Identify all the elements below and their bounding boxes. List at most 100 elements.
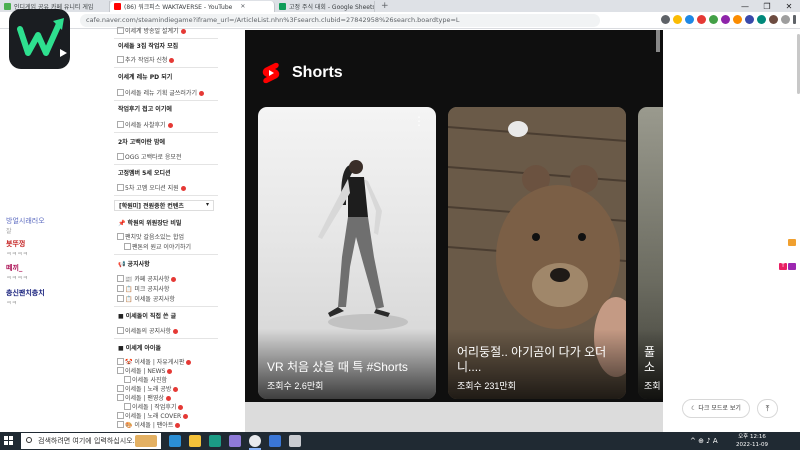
divider <box>114 67 218 68</box>
app-icon[interactable] <box>269 435 281 447</box>
menu-item[interactable]: 이세돌 | 팬영상 <box>110 393 220 402</box>
menu-item[interactable]: 🎨 이세돌 | 팬아트 <box>110 420 220 429</box>
new-tab-button[interactable]: + <box>375 1 395 12</box>
windows-start-icon[interactable] <box>4 436 14 446</box>
extension-icon[interactable] <box>733 15 742 24</box>
new-badge-icon <box>175 423 181 428</box>
menu-item[interactable]: 이세돌 사찰후기 <box>110 120 220 129</box>
new-badge-icon <box>173 329 179 334</box>
new-badge-icon <box>183 414 189 419</box>
menu-group-title: 2차 고백이란 밤에 <box>118 139 165 146</box>
new-badge-icon <box>173 387 179 392</box>
menu-item[interactable]: 5차 고멤 오디션 지원 <box>110 183 220 192</box>
extension-icon[interactable] <box>757 15 766 24</box>
short-video-card[interactable]: ⋮ VR 처음 샀을 때 특 #Shorts 조회수 2.6만회 <box>258 107 436 399</box>
menu-item[interactable]: OGG 고백타로 응모전 <box>110 152 220 161</box>
extension-icon[interactable] <box>709 15 718 24</box>
menu-group-title: 이세계 레뉴 PD 되기 <box>118 74 173 81</box>
embed-scrollbar[interactable] <box>656 30 660 52</box>
vscode-icon[interactable] <box>209 435 221 447</box>
divider <box>114 338 218 339</box>
menu-subitem[interactable]: 이세돌 사진함 <box>110 375 220 384</box>
new-badge-icon <box>171 277 177 282</box>
chrome-icon[interactable] <box>249 435 261 447</box>
menu-item[interactable]: 📋 이세돌 공지사항 <box>110 294 220 303</box>
app-logo <box>9 9 70 69</box>
file-explorer-icon[interactable] <box>189 435 201 447</box>
menu-group-title: 이세돌 3집 작업자 모집 <box>118 43 179 50</box>
clock-date: 2022-11-09 <box>736 442 768 448</box>
chat-message: ㅋㅋ <box>6 300 18 307</box>
divider <box>114 195 218 196</box>
menu-item[interactable]: 추가 작업자 신청 <box>110 55 220 64</box>
new-badge-icon <box>167 123 173 128</box>
menu-item[interactable]: 이세돌 | 노래 COVER <box>110 411 220 420</box>
menu-group-title-collapsible[interactable]: [학원미] 전원중한 컨텐츠 ▾ <box>114 200 214 211</box>
search-icon <box>26 437 32 443</box>
chat-username[interactable]: 충신팬치충치 <box>6 288 45 298</box>
menu-group-title: 작업후기 접고 이기에 <box>118 106 172 113</box>
divider <box>114 254 218 255</box>
windows-taskbar: 검색하려면 여기에 입력하십시오. ^ ⊕ ♪ A 오후 12:16 2022-… <box>0 432 800 450</box>
chat-username[interactable]: 떼끼_ <box>6 263 22 273</box>
divider <box>114 132 218 133</box>
short-view-count: 조회수 2.6만회 <box>267 381 324 391</box>
menu-group-title: 📌 학원의 위원장단 비밀 <box>118 220 182 227</box>
close-tab-icon[interactable]: ✕ <box>240 3 245 10</box>
profile-avatar[interactable] <box>781 15 790 24</box>
menu-item[interactable]: 이세계 방송일 설계기 <box>110 26 220 35</box>
close-window-button[interactable]: ✕ <box>778 2 800 11</box>
minimize-button[interactable]: — <box>734 2 756 11</box>
subscriber-badge-icon <box>788 263 796 270</box>
extension-icon[interactable] <box>685 15 694 24</box>
scroll-top-button[interactable]: ⤒ <box>757 399 778 418</box>
menu-item[interactable]: 이세돌 | NEWS <box>110 366 220 375</box>
browser-tab-sheets[interactable]: 고정 주식 대회 - Google Sheets ✕ <box>275 1 375 12</box>
cafe-sidebar-menu: 이세계 방송일 설계기 이세돌 3집 작업자 모집 추가 작업자 신청 이세계 … <box>110 27 220 432</box>
edge-icon[interactable] <box>169 435 181 447</box>
chat-username[interactable]: 방얼시래러오 <box>6 216 45 226</box>
subscriber-badge-icon <box>788 239 796 246</box>
menu-subitem[interactable]: 이세돌 | 작업후기 <box>110 402 220 411</box>
taskbar-clock[interactable]: 오후 12:16 2022-11-09 <box>736 433 768 449</box>
more-options-icon[interactable]: ⋮ <box>413 115 425 127</box>
short-view-count: 조회수 231만회 <box>457 381 516 391</box>
new-badge-icon <box>178 405 184 410</box>
extension-icon[interactable] <box>697 15 706 24</box>
menu-item[interactable]: 팬치맛 갈음소있는 합업 <box>110 232 220 241</box>
short-video-card[interactable]: 어리둥절.. 아기곰이 다가 오더니.... 조회수 231만회 <box>448 107 626 399</box>
extension-icon[interactable] <box>745 15 754 24</box>
short-title[interactable]: 풀소 <box>644 345 657 375</box>
browser-tab-youtube[interactable]: (86) 워크피스 WAKTAVERSE - YouTube ✕ <box>110 1 275 12</box>
youtube-favicon-icon <box>114 3 121 10</box>
menu-item[interactable]: 🤡 이세돌 | 자유게시판 <box>110 357 220 366</box>
menu-item[interactable]: 📰 카페 공지사항 <box>110 274 220 283</box>
short-title[interactable]: 어리둥절.. 아기곰이 다가 오더니.... <box>457 345 620 375</box>
menu-item[interactable]: 📋 미크 공지사항 <box>110 284 220 293</box>
menu-item[interactable]: 이세돌의 공지사항 <box>110 326 220 335</box>
menu-group-title: ■ 이세돌이 직접 쓴 글 <box>118 313 177 320</box>
bookmark-star-icon[interactable] <box>673 15 682 24</box>
menu-group-title: 📢 공지사항 <box>118 261 150 268</box>
extension-icon[interactable] <box>769 15 778 24</box>
browser-menu-icon[interactable] <box>793 15 796 24</box>
divider <box>114 100 218 101</box>
app-icon[interactable] <box>289 435 301 447</box>
chevron-down-icon: ▾ <box>205 201 209 208</box>
maximize-button[interactable]: ❐ <box>756 2 778 11</box>
new-badge-icon <box>167 369 173 374</box>
menu-item[interactable]: 이세돌 레뉴 기획 글쓰러가기 <box>110 88 220 97</box>
menu-item[interactable]: 이세돌 | 노래 공방 <box>110 384 220 393</box>
menu-subitem[interactable]: 팬톤의 원교 이야기하기 <box>110 242 220 251</box>
short-title[interactable]: VR 처음 샀을 때 특 #Shorts <box>267 360 430 375</box>
new-badge-icon <box>165 396 171 401</box>
window-controls: — ❐ ✕ <box>734 0 800 12</box>
dark-mode-button[interactable]: ☾ 다크 모드로 보기 <box>682 399 750 418</box>
system-tray[interactable]: ^ ⊕ ♪ A <box>690 437 718 445</box>
short-video-card[interactable]: 풀소 조회 <box>638 107 663 399</box>
app-icon[interactable] <box>229 435 241 447</box>
share-icon[interactable] <box>661 15 670 24</box>
extension-icon[interactable] <box>721 15 730 24</box>
new-badge-icon <box>180 29 186 34</box>
chat-username[interactable]: 봇뚜껑 <box>6 239 25 249</box>
